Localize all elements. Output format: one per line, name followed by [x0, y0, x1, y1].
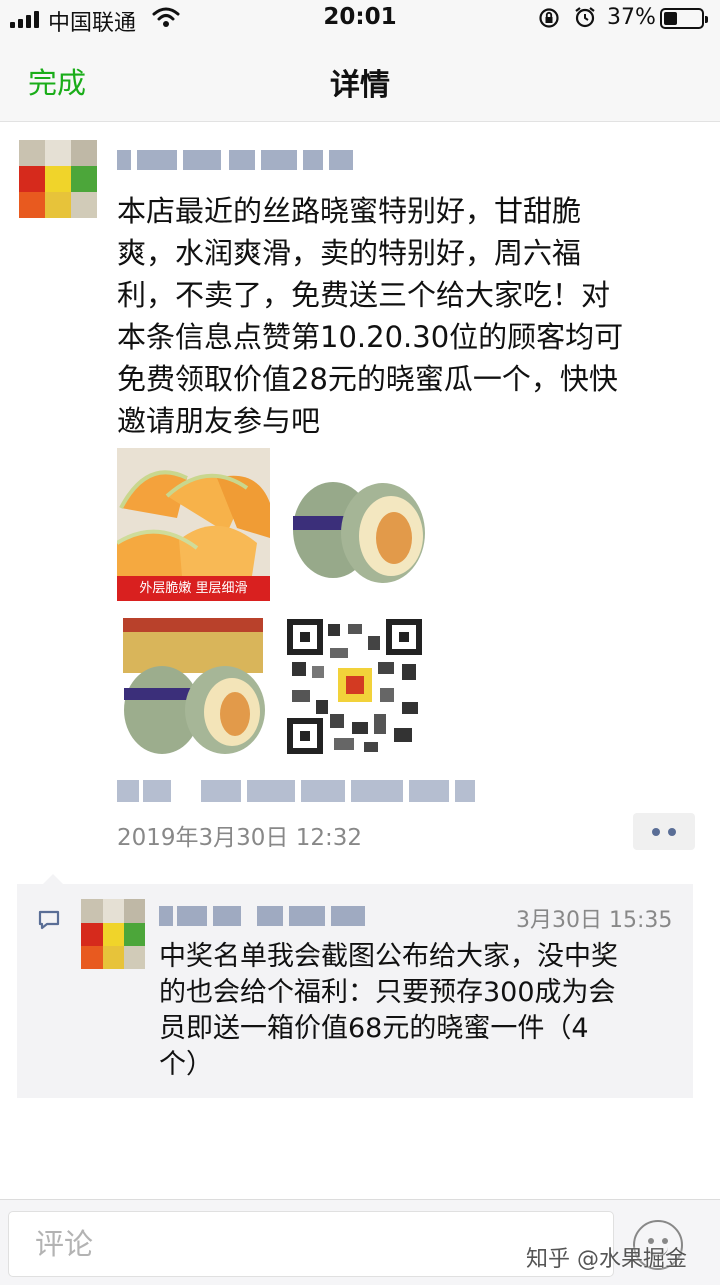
status-bar: 中国联通 20:01 37%: [0, 0, 720, 38]
rotation-lock-icon: [539, 8, 559, 28]
qr-code-image: [278, 610, 431, 763]
post-avatar[interactable]: [19, 140, 97, 218]
alarm-icon: [575, 7, 595, 28]
post-timestamp: 2019年3月30日 12:32: [117, 825, 363, 851]
battery-icon: [660, 8, 708, 29]
comment-text: 中奖名单我会截图公布给大家，没中奖 的也会给个福利：只要预存300成为会 员即送…: [159, 941, 618, 1080]
comment-input[interactable]: 评论: [8, 1211, 614, 1277]
more-actions-button[interactable]: [633, 813, 695, 850]
comment-author-name-blurred[interactable]: [159, 902, 374, 930]
post-text: 本店最近的丝路晓蜜特别好，甘甜脆 爽，水润爽滑，卖的特别好，周六福 利，不卖了，…: [117, 194, 624, 438]
comment-avatar[interactable]: [81, 899, 145, 969]
page-title: 详情: [330, 68, 390, 103]
post-author-name-blurred[interactable]: [117, 146, 357, 174]
comment-timestamp: 3月30日 15:35: [516, 908, 673, 933]
boxed-melons-image: [123, 618, 265, 754]
post-photo-whole-melons[interactable]: [278, 448, 431, 601]
blurred-location-link[interactable]: [117, 774, 477, 804]
battery-percent: 37%: [607, 5, 656, 30]
watermark: 知乎 @水果掘金: [526, 1247, 687, 1272]
post-photo-qr-code[interactable]: [278, 610, 431, 763]
post-photo-sliced-melon[interactable]: 外层脆嫩 里层细滑: [117, 448, 270, 601]
sliced-melon-image: [117, 448, 270, 576]
nav-bar: 详情 完成: [0, 38, 720, 122]
post-photo-boxed-melons[interactable]: [117, 610, 270, 763]
comment-icon: [38, 910, 60, 930]
battery-fill: [664, 12, 677, 25]
photo-caption: 外层脆嫩 里层细滑: [117, 576, 270, 601]
whole-melons-image: [293, 482, 425, 583]
done-button[interactable]: 完成: [28, 60, 86, 102]
